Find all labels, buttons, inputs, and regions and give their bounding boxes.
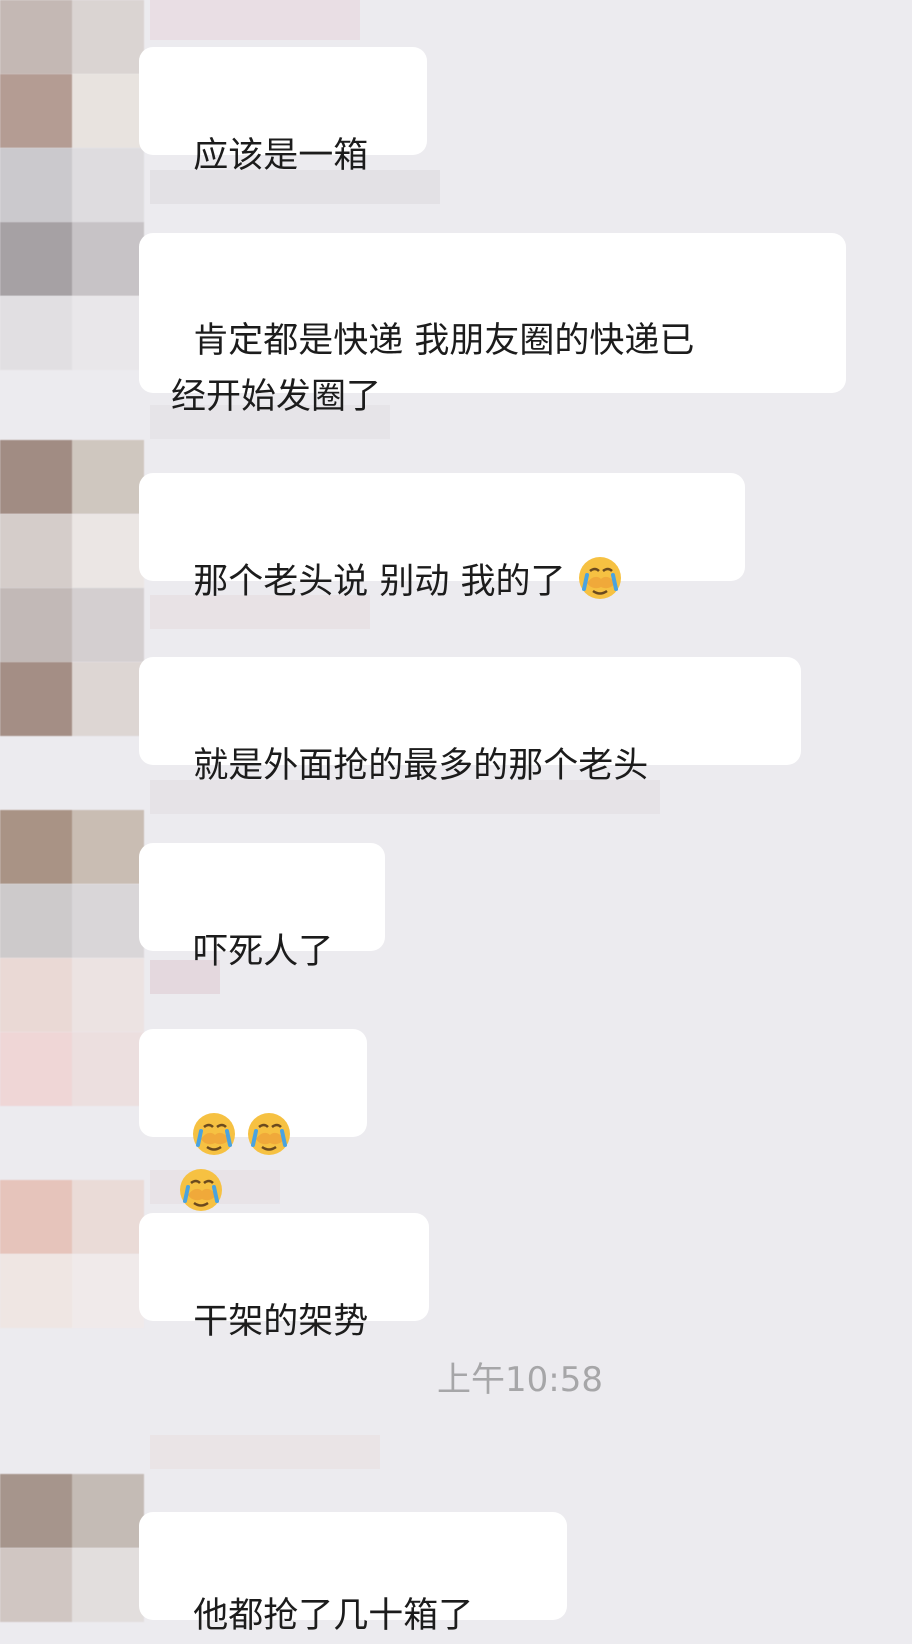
avatar-blurred-2[interactable] — [0, 74, 144, 148]
avatar-blurred-1[interactable] — [0, 0, 144, 74]
message-bubble[interactable]: 肯定都是快递 我朋友圈的快递已 经开始发圈了 — [139, 233, 846, 417]
message-text: 应该是一箱 — [193, 136, 369, 176]
avatar-blurred-16[interactable] — [0, 1474, 144, 1548]
message-bubble[interactable]: 吓死人了 — [139, 843, 385, 972]
message-text: 吓死人了 — [193, 932, 334, 972]
message-bubble[interactable]: 那个老头说 别动 我的了 — [139, 473, 745, 602]
avatar-blurred-15[interactable] — [0, 1254, 144, 1328]
avatar-blurred-3[interactable] — [0, 148, 144, 222]
message-bubble[interactable]: 应该是一箱 — [139, 47, 427, 176]
avatar-blurred-5[interactable] — [0, 296, 144, 370]
facepalm-crying-emoji — [191, 1111, 237, 1157]
avatar-blurred-11[interactable] — [0, 884, 144, 958]
avatar-blurred-7[interactable] — [0, 514, 144, 588]
avatar-blurred-10[interactable] — [0, 810, 144, 884]
avatar-blurred-6[interactable] — [0, 440, 144, 514]
avatar-blurred-14[interactable] — [0, 1180, 144, 1254]
message-bubble[interactable]: 他都抢了几十箱了 — [139, 1512, 567, 1636]
facepalm-crying-emoji — [178, 1167, 224, 1213]
message-bubble[interactable]: 就是外面抢的最多的那个老头 — [139, 657, 801, 786]
sender-name-blurred — [150, 1435, 380, 1469]
sender-name-blurred — [150, 0, 360, 40]
avatar-blurred-4[interactable] — [0, 222, 144, 296]
message-bubble[interactable] — [139, 1029, 367, 1211]
avatar-blurred-17[interactable] — [0, 1548, 144, 1622]
message-bubble[interactable]: 干架的架势 — [139, 1213, 429, 1342]
message-text: 那个老头说 别动 我的了 — [193, 562, 577, 602]
avatar-blurred-8[interactable] — [0, 588, 144, 662]
message-text: 就是外面抢的最多的那个老头 — [193, 746, 649, 786]
chat-timestamp: 上午10:58 — [437, 1360, 603, 1400]
message-text: 肯定都是快递 我朋友圈的快递已 经开始发圈了 — [171, 321, 695, 417]
avatar-blurred-9[interactable] — [0, 662, 144, 736]
facepalm-crying-emoji — [246, 1111, 292, 1157]
message-text: 干架的架势 — [193, 1302, 369, 1342]
facepalm-crying-emoji — [577, 555, 623, 601]
avatar-blurred-12[interactable] — [0, 958, 144, 1032]
message-text: 他都抢了几十箱了 — [193, 1596, 474, 1636]
avatar-blurred-13[interactable] — [0, 1032, 144, 1106]
